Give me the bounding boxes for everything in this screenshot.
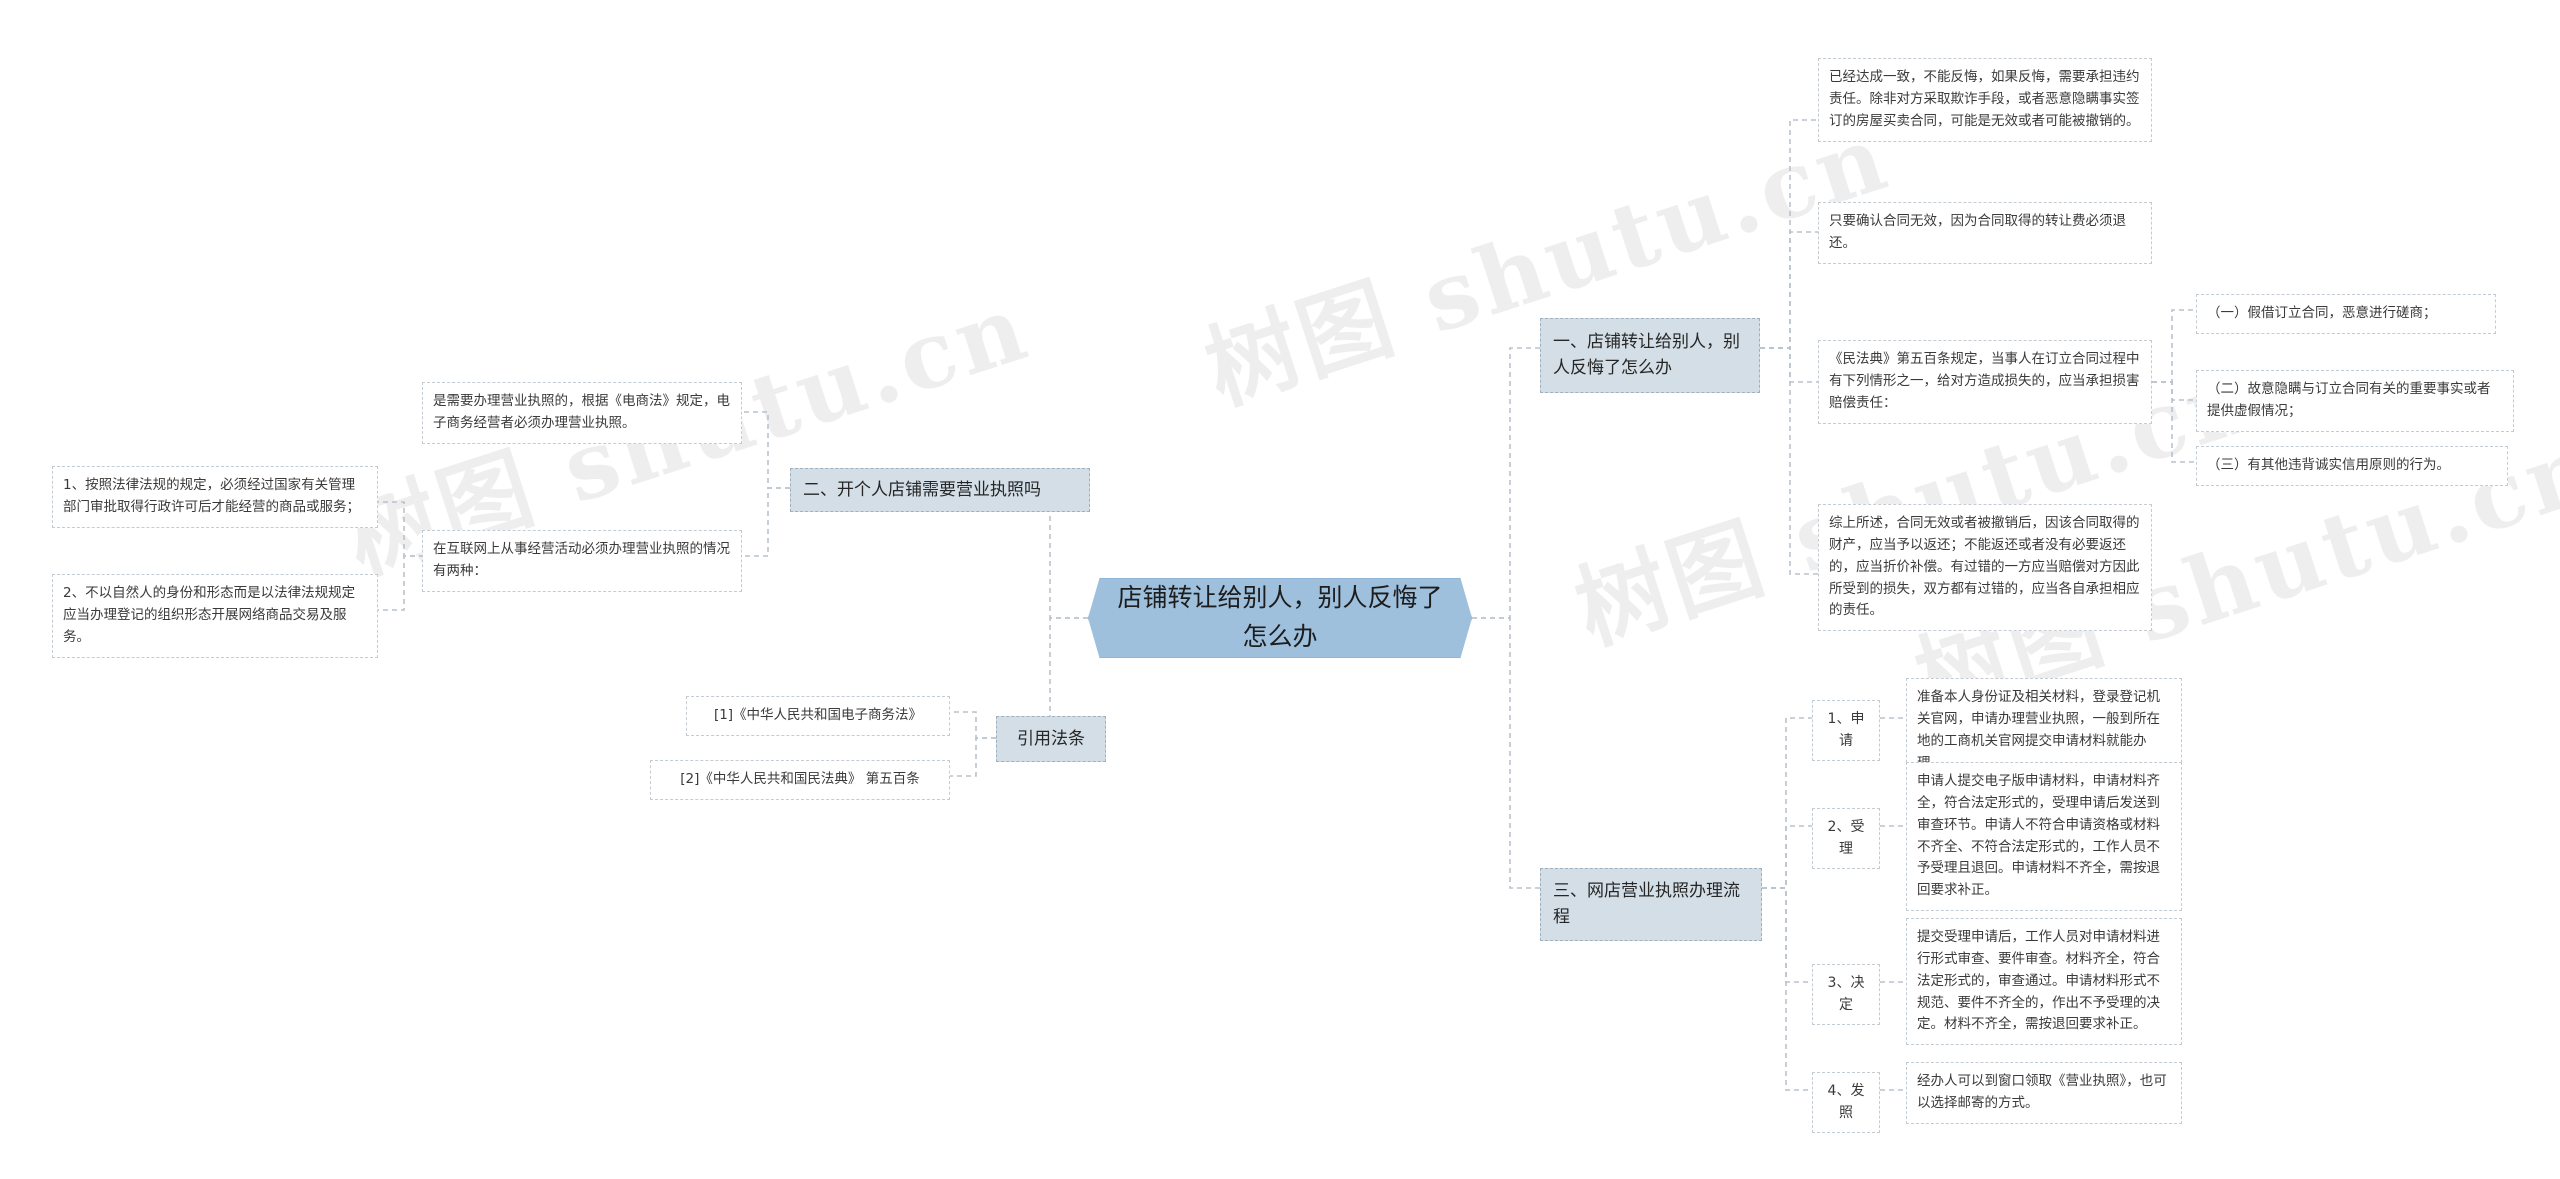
detail-box-one-2[interactable]: 只要确认合同无效，因为合同取得的转让费必须退还。 [1818, 202, 2152, 264]
sub-item-two-2-text: 2、不以自然人的身份和形态而是以法律法规规定应当办理登记的组织形态开展网络商品交… [63, 585, 356, 645]
detail-box-two-1-text: 是需要办理营业执照的，根据《电商法》规定，电子商务经营者必须办理营业执照。 [433, 393, 730, 431]
root-node-label: 店铺转让给别人，别人反悔了怎么办 [1117, 583, 1443, 651]
root-node[interactable]: 店铺转让给别人，别人反悔了怎么办 [1088, 578, 1472, 658]
step-label-4[interactable]: 4、发照 [1812, 1072, 1880, 1134]
step-label-4-text: 4、发照 [1827, 1083, 1865, 1121]
step-label-1-text: 1、申请 [1827, 711, 1865, 749]
detail-box-two-2[interactable]: 在互联网上从事经营活动必须办理营业执照的情况有两种： [422, 530, 742, 592]
detail-box-one-1[interactable]: 已经达成一致，不能反悔，如果反悔，需要承担违约责任。除非对方采取欺诈手段，或者恶… [1818, 58, 2152, 142]
step-label-3[interactable]: 3、决定 [1812, 964, 1880, 1026]
branch-node-one[interactable]: 一、店铺转让给别人，别人反悔了怎么办 [1540, 318, 1760, 393]
sub-item-two-1-text: 1、按照法律法规的规定，必须经过国家有关管理部门审批取得行政许可后才能经营的商品… [63, 477, 360, 515]
sub-item-two-1[interactable]: 1、按照法律法规的规定，必须经过国家有关管理部门审批取得行政许可后才能经营的商品… [52, 466, 378, 528]
sub-item-two-2[interactable]: 2、不以自然人的身份和形态而是以法律法规规定应当办理登记的组织形态开展网络商品交… [52, 574, 378, 658]
detail-box-one-4-text: 综上所述，合同无效或者被撤销后，因该合同取得的财产，应当予以返还；不能返还或者没… [1829, 515, 2140, 619]
citation-item-2[interactable]: [2]《中华人民共和国民法典》 第五百条 [650, 760, 950, 800]
sub-item-one-1[interactable]: （一）假借订立合同，恶意进行磋商； [2196, 294, 2496, 334]
step-text-4-content: 经办人可以到窗口领取《营业执照》，也可以选择邮寄的方式。 [1917, 1073, 2167, 1111]
citations-node[interactable]: 引用法条 [996, 716, 1106, 763]
sub-item-one-1-text: （一）假借订立合同，恶意进行磋商； [2207, 305, 2437, 321]
step-label-3-text: 3、决定 [1827, 975, 1865, 1013]
sub-item-one-3[interactable]: （三）有其他违背诚实信用原则的行为。 [2196, 446, 2508, 486]
citation-item-2-text: [2]《中华人民共和国民法典》 第五百条 [680, 771, 920, 787]
sub-item-one-2-text: （二）故意隐瞒与订立合同有关的重要事实或者提供虚假情况； [2207, 381, 2491, 419]
detail-box-two-1[interactable]: 是需要办理营业执照的，根据《电商法》规定，电子商务经营者必须办理营业执照。 [422, 382, 742, 444]
branch-node-one-label: 一、店铺转让给别人，别人反悔了怎么办 [1553, 332, 1740, 379]
step-text-1-content: 准备本人身份证及相关材料，登录登记机关官网，申请办理营业执照，一般到所在地的工商… [1917, 689, 2160, 771]
detail-box-one-1-text: 已经达成一致，不能反悔，如果反悔，需要承担违约责任。除非对方采取欺诈手段，或者恶… [1829, 69, 2140, 129]
detail-box-two-2-text: 在互联网上从事经营活动必须办理营业执照的情况有两种： [433, 541, 730, 579]
branch-node-three-label: 三、网店营业执照办理流程 [1553, 881, 1740, 928]
detail-box-one-2-text: 只要确认合同无效，因为合同取得的转让费必须退还。 [1829, 213, 2126, 251]
step-label-1[interactable]: 1、申请 [1812, 700, 1880, 762]
sub-item-one-2[interactable]: （二）故意隐瞒与订立合同有关的重要事实或者提供虚假情况； [2196, 370, 2514, 432]
step-text-2[interactable]: 申请人提交电子版申请材料，申请材料齐全，符合法定形式的，受理申请后发送到审查环节… [1906, 762, 2182, 912]
citation-item-1[interactable]: [1]《中华人民共和国电子商务法》 [686, 696, 950, 736]
step-text-3-content: 提交受理申请后，工作人员对申请材料进行形式审查、要件审查。材料齐全，符合法定形式… [1917, 929, 2160, 1033]
branch-node-two[interactable]: 二、开个人店铺需要营业执照吗 [790, 468, 1090, 513]
detail-box-one-3-text: 《民法典》第五百条规定，当事人在订立合同过程中有下列情形之一，给对方造成损失的，… [1829, 351, 2140, 411]
citations-node-label: 引用法条 [1017, 729, 1085, 749]
step-text-2-content: 申请人提交电子版申请材料，申请材料齐全，符合法定形式的，受理申请后发送到审查环节… [1917, 773, 2160, 899]
citation-item-1-text: [1]《中华人民共和国电子商务法》 [713, 707, 923, 723]
step-text-3[interactable]: 提交受理申请后，工作人员对申请材料进行形式审查、要件审查。材料齐全，符合法定形式… [1906, 918, 2182, 1046]
step-label-2[interactable]: 2、受理 [1812, 808, 1880, 870]
branch-node-three[interactable]: 三、网店营业执照办理流程 [1540, 868, 1762, 941]
step-label-2-text: 2、受理 [1827, 819, 1865, 857]
detail-box-one-4[interactable]: 综上所述，合同无效或者被撤销后，因该合同取得的财产，应当予以返还；不能返还或者没… [1818, 504, 2152, 632]
sub-item-one-3-text: （三）有其他违背诚实信用原则的行为。 [2207, 457, 2450, 473]
step-text-4[interactable]: 经办人可以到窗口领取《营业执照》，也可以选择邮寄的方式。 [1906, 1062, 2182, 1124]
branch-node-two-label: 二、开个人店铺需要营业执照吗 [803, 480, 1041, 500]
detail-box-one-3[interactable]: 《民法典》第五百条规定，当事人在订立合同过程中有下列情形之一，给对方造成损失的，… [1818, 340, 2152, 424]
